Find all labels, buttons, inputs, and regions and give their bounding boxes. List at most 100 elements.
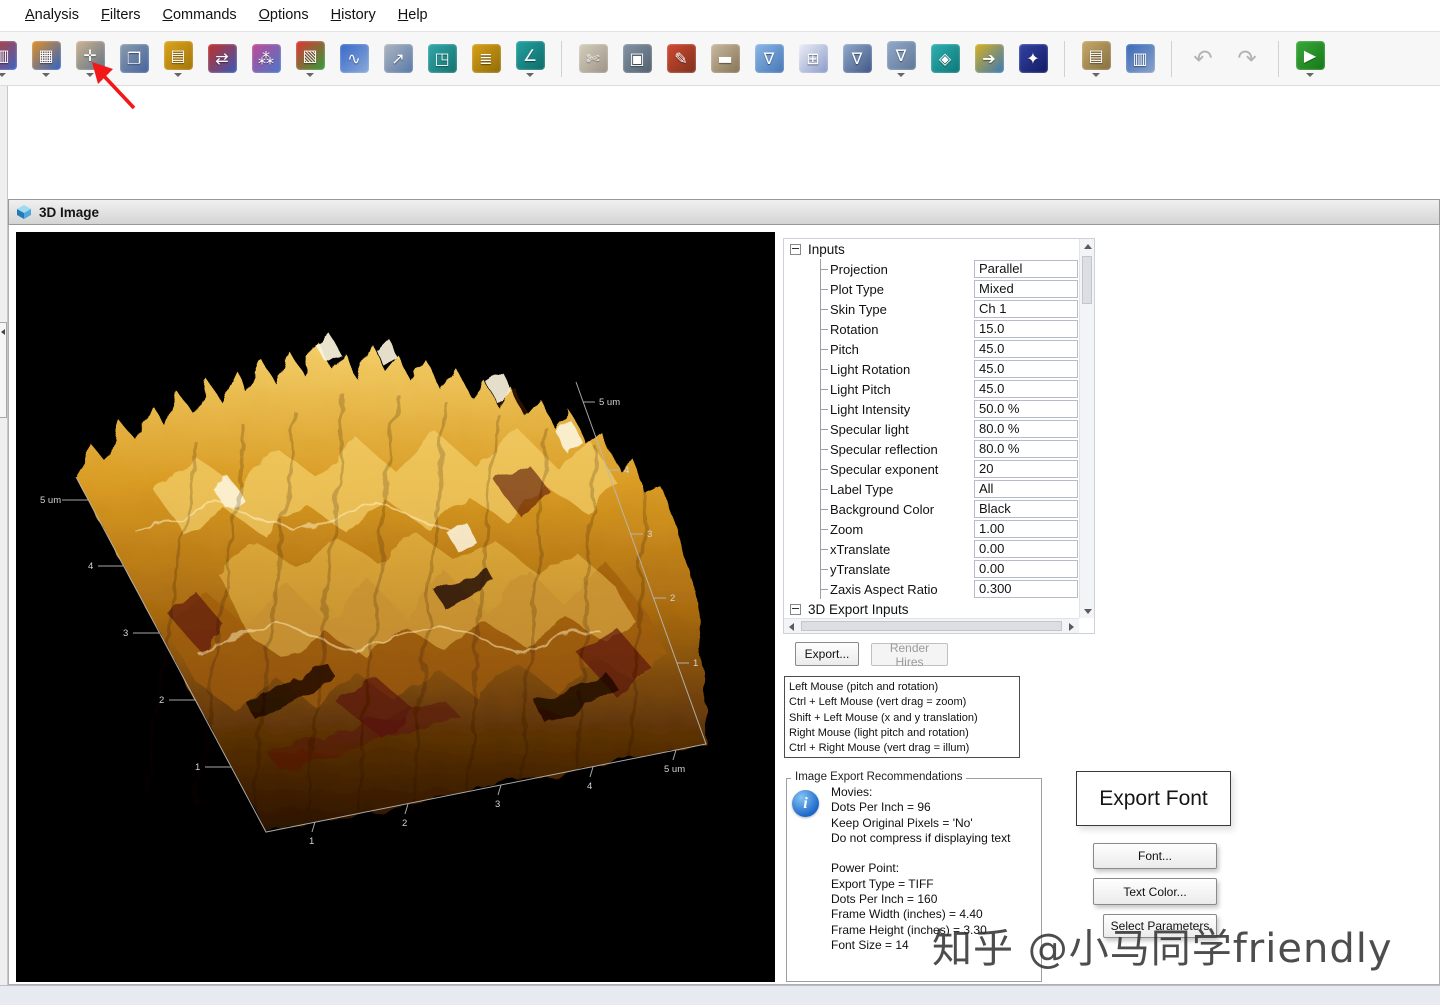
toolbar-items: ▥▦✛❐▤⇄⁂▧∿↗◳≣∠✄▣✎▬∇⊞∇∇◈➔✦▤▥↶↷▶ [0, 35, 1440, 83]
prop-label-background-color: Background Color [830, 502, 934, 517]
prop-value-zoom[interactable]: 1.00 [974, 520, 1078, 538]
prop-label-zoom: Zoom [830, 522, 863, 537]
filter-grid-icon[interactable]: ∇ [882, 35, 920, 83]
inspector-vertical-scrollbar[interactable] [1079, 239, 1094, 619]
vertical-scroll-thumb[interactable] [1082, 256, 1092, 304]
collapse-export-inputs-icon[interactable] [790, 604, 801, 615]
svg-text:2: 2 [402, 818, 407, 829]
toolbar-separator [561, 41, 562, 77]
menu-history[interactable]: History [320, 3, 387, 27]
scatter-3d-icon[interactable]: ⁂ [247, 35, 285, 83]
menu-help[interactable]: Help [387, 3, 439, 27]
watermark: 知乎 @小马同学friendly [932, 916, 1393, 974]
export-surface-icon[interactable]: ➔ [970, 35, 1008, 83]
horizontal-scroll-thumb[interactable] [801, 621, 1062, 631]
svg-text:5 um: 5 um [664, 764, 685, 775]
prop-value-xtranslate[interactable]: 0.00 [974, 540, 1078, 558]
paint-roller-icon[interactable]: ▬ [706, 35, 744, 83]
crop-icon[interactable]: ▣ [618, 35, 656, 83]
pencil-erase-icon[interactable]: ✎ [662, 35, 700, 83]
dropdown-chevron-icon[interactable] [86, 73, 94, 77]
dropdown-chevron-icon[interactable] [897, 73, 905, 77]
prop-value-light-rotation[interactable]: 45.0 [974, 360, 1078, 378]
recommendation-line: Movies: [831, 785, 1037, 800]
measure-icon[interactable]: ∠ [511, 35, 549, 83]
prop-value-zaxis-aspect-ratio[interactable]: 0.300 [974, 580, 1078, 598]
lens-icon[interactable]: ◈ [926, 35, 964, 83]
scroll-left-icon[interactable] [784, 619, 799, 634]
tree-branch [784, 499, 830, 519]
dual-view-icon[interactable]: ▥ [1121, 35, 1159, 83]
translate-tool-icon[interactable]: ✛ [71, 35, 109, 83]
group-title: Image Export Recommendations [791, 771, 966, 783]
prop-value-light-pitch[interactable]: 45.0 [974, 380, 1078, 398]
prop-value-specular-exponent[interactable]: 20 [974, 460, 1078, 478]
step-profile-icon[interactable]: ∿ [335, 35, 373, 83]
prop-value-skin-type[interactable]: Ch 1 [974, 300, 1078, 318]
menu-options[interactable]: Options [248, 3, 320, 27]
mouse-help-line: Right Mouse (light pitch and rotation) [789, 726, 1019, 741]
left-panel-rail [0, 86, 8, 985]
prop-value-ytranslate[interactable]: 0.00 [974, 560, 1078, 578]
axis-arrows-icon[interactable]: ↗ [379, 35, 417, 83]
prop-value-background-color[interactable]: Black [974, 500, 1078, 518]
color-palette-icon[interactable]: ▧ [291, 35, 329, 83]
dropdown-chevron-icon[interactable] [306, 73, 314, 77]
color-matrix-icon[interactable]: ▦ [27, 35, 65, 83]
prop-value-projection[interactable]: Parallel [974, 260, 1078, 278]
collapsed-panel-tab[interactable] [0, 322, 7, 418]
prop-value-rotation[interactable]: 15.0 [974, 320, 1078, 338]
clipped-left-icon[interactable]: ▥ [0, 35, 21, 83]
scalpel-icon[interactable]: ✄ [574, 35, 612, 83]
z-scale-icon[interactable]: ≣ [467, 35, 505, 83]
svg-text:3: 3 [647, 529, 652, 540]
dropdown-chevron-icon[interactable] [0, 73, 6, 77]
run-sequence-icon[interactable]: ▶ [1291, 35, 1329, 83]
inspector-horizontal-scrollbar[interactable] [784, 618, 1079, 633]
prop-value-plot-type[interactable]: Mixed [974, 280, 1078, 298]
filter-box-icon[interactable]: ∇ [838, 35, 876, 83]
scroll-right-icon[interactable] [1064, 619, 1079, 634]
prop-label-specular-exponent: Specular exponent [830, 462, 938, 477]
menu-filters[interactable]: Filters [90, 3, 151, 27]
tree-branch [784, 399, 830, 419]
prop-row-rotation: Rotation15.0 [784, 319, 1094, 339]
3d-view[interactable]: 5 um 4 3 2 1 1 2 3 4 5 um 1 2 3 4 5 um [16, 232, 775, 982]
scrollbar-corner [1079, 618, 1094, 633]
copy-channel-icon[interactable]: ⇄ [203, 35, 241, 83]
dropdown-chevron-icon[interactable] [42, 73, 50, 77]
prop-value-specular-reflection[interactable]: 80.0 % [974, 440, 1078, 458]
prop-value-pitch[interactable]: 45.0 [974, 340, 1078, 358]
height-ruler-icon[interactable]: ▤ [159, 35, 197, 83]
surface-box-icon[interactable]: ◳ [423, 35, 461, 83]
menu-analysis[interactable]: Analysis [14, 3, 90, 27]
prop-value-label-type[interactable]: All [974, 480, 1078, 498]
prop-value-light-intensity[interactable]: 50.0 % [974, 400, 1078, 418]
recommendation-line: Dots Per Inch = 96 [831, 800, 1037, 815]
prop-value-specular-light[interactable]: 80.0 % [974, 420, 1078, 438]
math-calc-icon[interactable]: ⊞ [794, 35, 832, 83]
scroll-down-icon[interactable] [1080, 604, 1095, 619]
dropdown-chevron-icon[interactable] [1092, 73, 1100, 77]
window-title-bar[interactable]: 3D Image [8, 199, 1440, 225]
font-button[interactable]: Font... [1093, 843, 1217, 869]
menu-commands[interactable]: Commands [151, 3, 247, 27]
text-color-button[interactable]: Text Color... [1093, 878, 1217, 905]
svg-text:2: 2 [670, 593, 675, 604]
fft-icon[interactable]: ✦ [1014, 35, 1052, 83]
undo-icon[interactable]: ↶ [1184, 35, 1222, 83]
dropdown-chevron-icon[interactable] [1306, 73, 1314, 77]
menu-items: AnalysisFiltersCommandsOptionsHistoryHel… [14, 3, 439, 27]
render-hires-button[interactable]: Render Hires [871, 643, 948, 666]
redo-icon[interactable]: ↷ [1228, 35, 1266, 83]
texture-pattern-icon[interactable]: ▤ [1077, 35, 1115, 83]
dropdown-chevron-icon[interactable] [174, 73, 182, 77]
scroll-up-icon[interactable] [1080, 239, 1095, 254]
prop-row-xtranslate: xTranslate0.00 [784, 539, 1094, 559]
collapse-inputs-icon[interactable] [790, 244, 801, 255]
svg-text:2: 2 [159, 695, 164, 706]
filter-a-icon[interactable]: ∇ [750, 35, 788, 83]
export-button[interactable]: Export... [795, 642, 859, 666]
extract-layer-icon[interactable]: ❐ [115, 35, 153, 83]
dropdown-chevron-icon[interactable] [526, 73, 534, 77]
